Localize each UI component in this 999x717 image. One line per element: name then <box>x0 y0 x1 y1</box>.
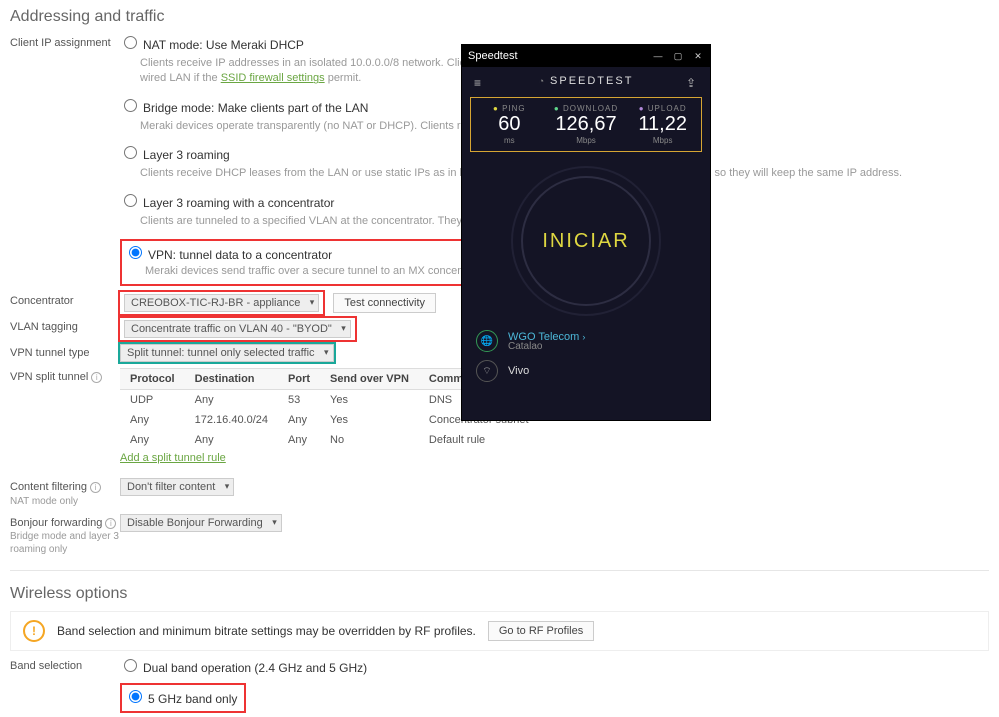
radio-l3-conc[interactable] <box>124 194 137 207</box>
tunnel-type-label: VPN tunnel type <box>0 344 120 362</box>
radio-5ghz[interactable] <box>129 690 142 703</box>
rf-profile-banner: ! Band selection and minimum bitrate set… <box>10 611 989 651</box>
ping-metric: ● PING 60 ms <box>471 104 548 145</box>
bonjour-label: Bonjour forwardingi Bridge mode and laye… <box>0 514 120 556</box>
radio-bridge[interactable] <box>124 99 137 112</box>
info-icon[interactable]: i <box>105 518 116 529</box>
share-icon[interactable]: ⇪ <box>686 76 698 90</box>
vlan-label: VLAN tagging <box>0 318 120 340</box>
info-icon[interactable]: i <box>91 372 102 383</box>
dot-icon: ● <box>554 104 560 113</box>
minimize-icon[interactable]: — <box>652 50 664 62</box>
opt-bridge-label: Bridge mode: Make clients part of the LA… <box>143 101 368 115</box>
dot-icon: ● <box>493 104 499 113</box>
table-row: AnyAnyAnyNoDefault rule <box>120 430 599 450</box>
radio-l3[interactable] <box>124 146 137 159</box>
test-connectivity-button[interactable]: Test connectivity <box>333 293 436 313</box>
th-port: Port <box>278 369 320 390</box>
radio-dual[interactable] <box>124 659 137 672</box>
concentrator-select[interactable]: CREOBOX-TIC-RJ-BR - appliance <box>124 294 319 312</box>
content-filter-sub: NAT mode only <box>10 495 120 508</box>
ssid-firewall-link[interactable]: SSID firewall settings <box>221 72 325 84</box>
wifi-icon: ⌔ <box>476 360 498 382</box>
opt-5ghz-label: 5 GHz band only <box>148 692 237 706</box>
bonjour-sub: Bridge mode and layer 3 roaming only <box>10 530 120 556</box>
section-addressing-title: Addressing and traffic <box>10 8 999 26</box>
opt-dual-band[interactable]: Dual band operation (2.4 GHz and 5 GHz) <box>120 657 999 677</box>
opt-dual-label: Dual band operation (2.4 GHz and 5 GHz) <box>143 661 367 675</box>
go-button[interactable]: INICIAR <box>511 166 661 316</box>
upload-value: 11,22 <box>624 113 701 136</box>
titlebar[interactable]: Speedtest — ▢ ✕ <box>462 45 710 67</box>
info-icon[interactable]: i <box>90 482 101 493</box>
ping-unit: ms <box>471 136 548 145</box>
section-wireless-title: Wireless options <box>10 585 999 603</box>
close-icon[interactable]: ✕ <box>692 50 704 62</box>
bonjour-select[interactable]: Disable Bonjour Forwarding <box>120 514 282 532</box>
ping-value: 60 <box>471 113 548 136</box>
content-filter-label: Content filteringi NAT mode only <box>0 478 120 507</box>
go-to-rf-profiles-button[interactable]: Go to RF Profiles <box>488 621 594 641</box>
tunnel-type-select[interactable]: Split tunnel: tunnel only selected traff… <box>120 344 334 362</box>
window-title: Speedtest <box>468 50 518 62</box>
speedtest-brand: ≡ ◔SPEEDTEST ⇪ <box>462 67 710 93</box>
gauge-icon: ◔ <box>539 76 546 86</box>
vlan-select[interactable]: Concentrate traffic on VLAN 40 - "BYOD" <box>124 320 351 338</box>
opt-vpn-desc: Meraki devices send traffic over a secur… <box>145 264 491 279</box>
radio-vpn[interactable] <box>129 246 142 259</box>
opt-l3-conc-label: Layer 3 roaming with a concentrator <box>143 196 334 210</box>
opt-nat-label: NAT mode: Use Meraki DHCP <box>143 38 304 52</box>
provider-name: Vivo <box>508 365 529 377</box>
split-tunnel-label: VPN split tunneli <box>0 368 120 464</box>
content-filter-select[interactable]: Don't filter content <box>120 478 234 496</box>
add-split-rule-link[interactable]: Add a split tunnel rule <box>120 452 226 464</box>
maximize-icon[interactable]: ▢ <box>672 50 684 62</box>
go-text: INICIAR <box>542 230 629 253</box>
concentrator-label: Concentrator <box>0 292 120 314</box>
chevron-right-icon: › <box>582 332 585 342</box>
opt-vpn-tunnel[interactable]: VPN: tunnel data to a concentrator <box>125 244 491 264</box>
band-selection-label: Band selection <box>0 657 120 713</box>
warning-icon: ! <box>23 620 45 642</box>
opt-l3-label: Layer 3 roaming <box>143 148 230 162</box>
dot-icon: ● <box>639 104 645 113</box>
metrics-box: ● PING 60 ms ● DOWNLOAD 126,67 Mbps ● UP… <box>470 97 702 152</box>
radio-nat[interactable] <box>124 36 137 49</box>
banner-text: Band selection and minimum bitrate setti… <box>57 624 476 638</box>
provider-row[interactable]: 🌐 WGO Telecom› Catalao <box>476 326 696 356</box>
download-unit: Mbps <box>548 136 625 145</box>
speedtest-window: Speedtest — ▢ ✕ ≡ ◔SPEEDTEST ⇪ ● PING 60… <box>461 44 711 421</box>
opt-5ghz[interactable]: 5 GHz band only <box>125 688 241 708</box>
globe-icon: 🌐 <box>476 330 498 352</box>
menu-icon[interactable]: ≡ <box>474 76 483 90</box>
download-value: 126,67 <box>548 113 625 136</box>
upload-unit: Mbps <box>624 136 701 145</box>
th-protocol: Protocol <box>120 369 185 390</box>
th-send: Send over VPN <box>320 369 419 390</box>
th-dest: Destination <box>185 369 278 390</box>
provider-row[interactable]: ⌔ Vivo <box>476 356 696 386</box>
client-ip-label: Client IP assignment <box>0 34 120 286</box>
download-metric: ● DOWNLOAD 126,67 Mbps <box>548 104 625 145</box>
upload-metric: ● UPLOAD 11,22 Mbps <box>624 104 701 145</box>
opt-vpn-label: VPN: tunnel data to a concentrator <box>148 248 332 262</box>
